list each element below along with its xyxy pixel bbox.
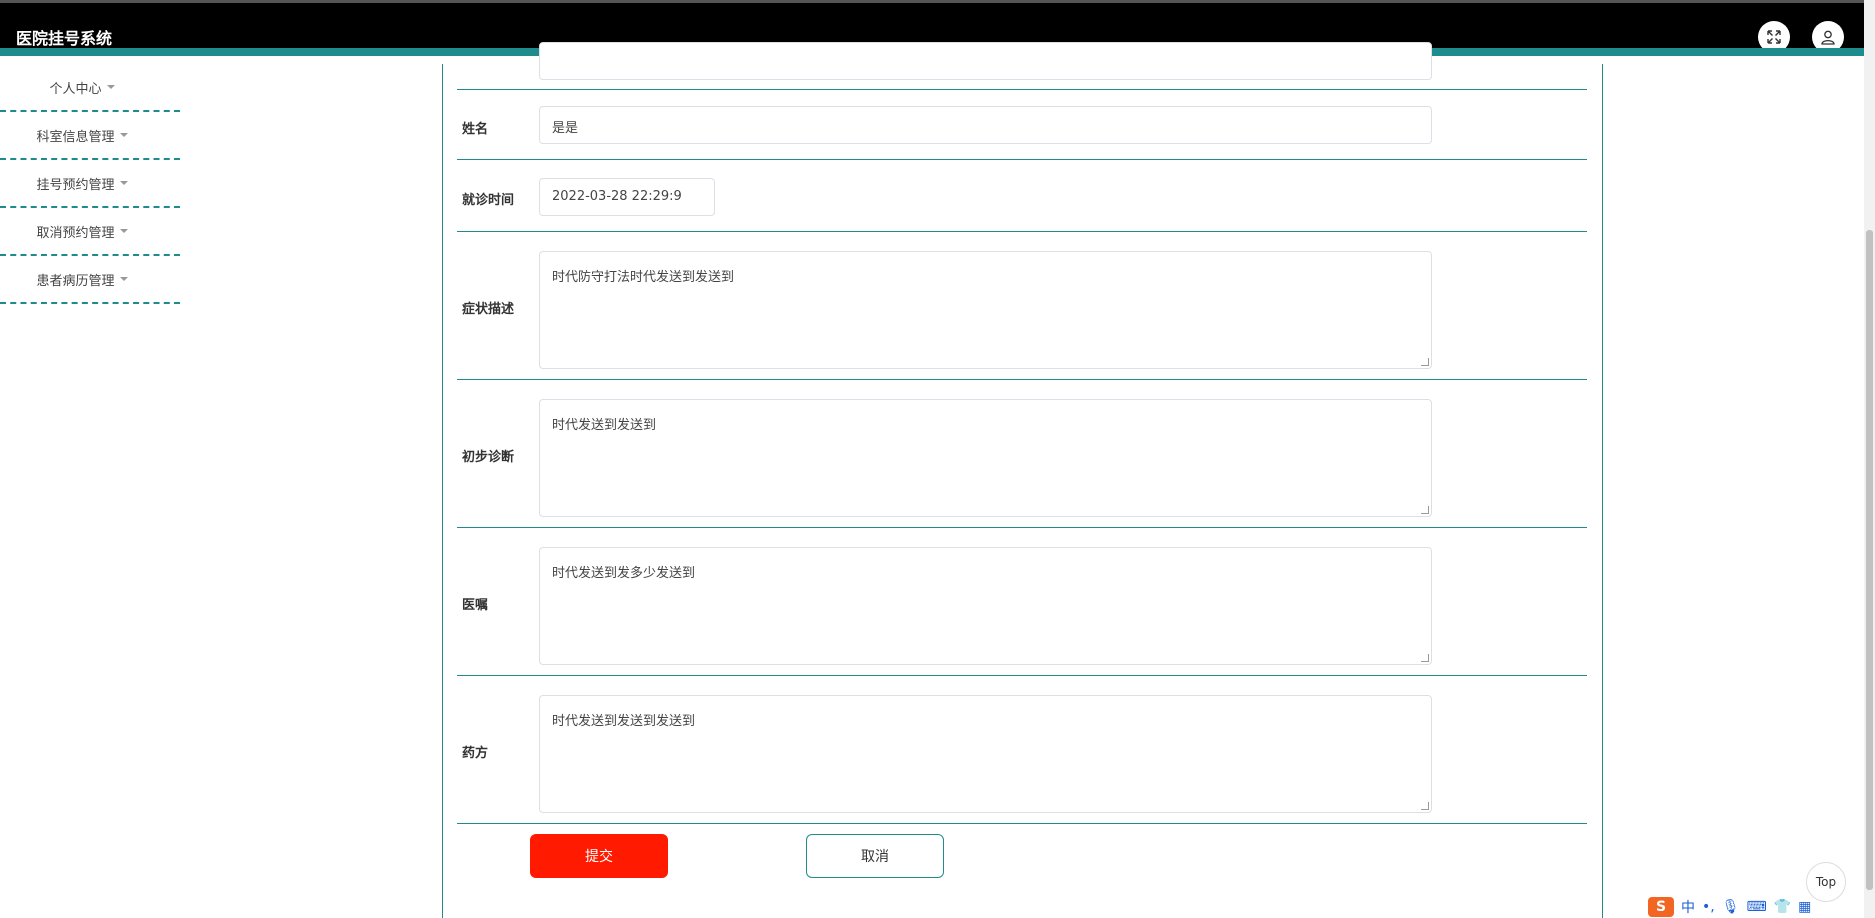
form-row-prescription: 药方 时代发送到发送到发送到 <box>457 676 1587 824</box>
symptoms-text: 时代防守打法时代发送到发送到 <box>552 270 735 285</box>
sidebar-item-label: 挂号预约管理 <box>36 177 115 193</box>
name-input[interactable]: 是是 <box>539 106 1432 144</box>
caret-down-icon <box>119 229 128 233</box>
ime-toolbar: S 中 •, 🎙 ⌨ 👕 ▦ <box>1648 896 1811 918</box>
form-row-visit-time: 就诊时间 2022-03-28 22:29:9 <box>457 160 1587 232</box>
prescription-label: 药方 <box>462 746 489 761</box>
form-row-symptoms: 症状描述 时代防守打法时代发送到发送到 <box>457 232 1587 380</box>
sidebar-item-label: 取消预约管理 <box>36 225 115 241</box>
prescription-textarea[interactable]: 时代发送到发送到发送到 <box>539 695 1432 813</box>
symptoms-label: 症状描述 <box>462 302 515 317</box>
scrollbar-thumb[interactable] <box>1866 230 1873 890</box>
sidebar-item-label: 科室信息管理 <box>36 129 115 145</box>
visit-time-input[interactable]: 2022-03-28 22:29:9 <box>539 178 715 216</box>
toolbox-icon[interactable]: ▦ <box>1798 899 1811 915</box>
resize-grip-icon[interactable] <box>1421 506 1429 514</box>
sidebar: 个人中心 科室信息管理 挂号预约管理 取消预约管理 患者病历管理 <box>0 64 180 304</box>
caret-down-icon <box>119 133 128 137</box>
diagnosis-textarea[interactable]: 时代发送到发送到 <box>539 399 1432 517</box>
prescription-text: 时代发送到发送到发送到 <box>552 714 696 729</box>
caret-down-icon <box>119 181 128 185</box>
visit-time-label: 就诊时间 <box>462 193 515 208</box>
partial-input[interactable] <box>539 42 1432 80</box>
microphone-icon[interactable]: 🎙 <box>1722 899 1740 915</box>
resize-grip-icon[interactable] <box>1421 654 1429 662</box>
submit-button[interactable]: 提交 <box>530 834 668 878</box>
caret-down-icon <box>119 277 128 281</box>
sidebar-item-personal-center[interactable]: 个人中心 <box>0 64 180 112</box>
advice-text: 时代发送到发多少发送到 <box>552 566 696 581</box>
user-icon <box>1821 30 1835 45</box>
cancel-button[interactable]: 取消 <box>806 834 944 878</box>
skin-icon[interactable]: 👕 <box>1774 899 1791 915</box>
caret-down-icon <box>106 85 115 89</box>
punctuation-icon[interactable]: •, <box>1702 899 1715 915</box>
sogou-logo-icon[interactable]: S <box>1648 897 1674 917</box>
back-to-top-button[interactable]: Top <box>1806 862 1846 902</box>
ime-mode-label[interactable]: 中 <box>1681 897 1695 917</box>
diagnosis-text: 时代发送到发送到 <box>552 418 657 433</box>
resize-grip-icon[interactable] <box>1421 358 1429 366</box>
sidebar-item-department[interactable]: 科室信息管理 <box>0 112 180 160</box>
form-row-partial <box>457 42 1587 90</box>
form-row-name: 姓名 是是 <box>457 90 1587 160</box>
sidebar-item-appointment[interactable]: 挂号预约管理 <box>0 160 180 208</box>
form-row-advice: 医嘱 时代发送到发多少发送到 <box>457 528 1587 676</box>
resize-grip-icon[interactable] <box>1421 802 1429 810</box>
form-panel: 姓名 是是 就诊时间 2022-03-28 22:29:9 症状描述 时代防守打… <box>442 42 1603 918</box>
form-row-diagnosis: 初步诊断 时代发送到发送到 <box>457 380 1587 528</box>
advice-label: 医嘱 <box>462 598 489 613</box>
app-title: 医院挂号系统 <box>16 29 113 48</box>
keyboard-icon[interactable]: ⌨ <box>1747 899 1767 915</box>
symptoms-textarea[interactable]: 时代防守打法时代发送到发送到 <box>539 251 1432 369</box>
page-scrollbar[interactable] <box>1864 0 1875 918</box>
advice-textarea[interactable]: 时代发送到发多少发送到 <box>539 547 1432 665</box>
sidebar-item-cancel-appointment[interactable]: 取消预约管理 <box>0 208 180 256</box>
sidebar-item-label: 个人中心 <box>49 81 102 97</box>
diagnosis-label: 初步诊断 <box>462 450 515 465</box>
fullscreen-icon <box>1767 30 1781 44</box>
sidebar-item-medical-records[interactable]: 患者病历管理 <box>0 256 180 304</box>
name-label: 姓名 <box>462 122 489 137</box>
sidebar-item-label: 患者病历管理 <box>36 273 115 289</box>
